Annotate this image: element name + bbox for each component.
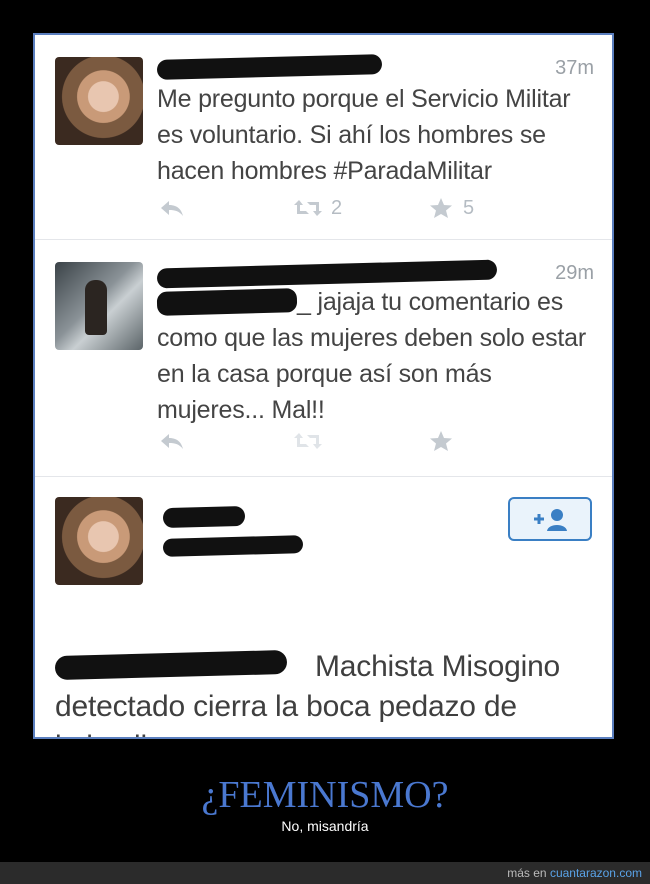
tweet-text: Me pregunto porque el Servicio Militar e… (157, 85, 571, 185)
tweet-3: Machista Misogino detectado cierra la bo… (35, 477, 612, 737)
tweet-1: 37m Me pregunto porque el Servicio Milit… (35, 35, 612, 240)
reply-button[interactable] (159, 431, 185, 451)
retweet-button[interactable] (293, 431, 323, 451)
mention-tail: _ (297, 288, 311, 316)
tweet-text: _ jajaja tu comentario es como que las m… (157, 284, 592, 428)
star-icon (430, 431, 452, 451)
avatar[interactable] (55, 57, 143, 145)
star-icon (430, 198, 452, 218)
redacted-handle (162, 535, 304, 557)
redacted-username (156, 54, 383, 80)
tweet-2: 29m _ jajaja tu comentario es como que l… (35, 240, 612, 477)
follow-button[interactable] (508, 497, 592, 541)
tweet-body: jajaja tu comentario es como que las muj… (157, 288, 586, 424)
tweet-body: Machista Misogino detectado cierra la bo… (55, 650, 561, 737)
favorite-button[interactable]: 5 (429, 197, 474, 220)
tweet-screenshot-frame: 37m Me pregunto porque el Servicio Milit… (33, 33, 614, 739)
footer-link[interactable]: cuantarazon.com (550, 866, 642, 880)
redacted-display-name (162, 505, 246, 529)
reply-icon (161, 434, 183, 449)
footer-prefix: más en (507, 866, 550, 880)
tweet-text: Machista Misogino detectado cierra la bo… (55, 647, 596, 737)
avatar[interactable] (55, 262, 143, 350)
retweet-icon (294, 433, 322, 449)
favorite-count: 5 (463, 196, 475, 219)
site-footer: más en cuantarazon.com (0, 862, 650, 884)
retweet-icon (294, 200, 322, 216)
favorite-button[interactable] (429, 430, 453, 452)
tweet-timestamp[interactable]: 37m (555, 57, 594, 80)
tweet-timestamp[interactable]: 29m (555, 262, 594, 285)
reply-button[interactable] (159, 198, 185, 218)
retweet-count: 2 (331, 196, 343, 219)
retweet-button[interactable]: 2 (293, 197, 342, 220)
reply-icon (161, 201, 183, 216)
post-subtitle: No, misandría (281, 818, 369, 834)
post-title: ¿FEMINISMO? (201, 774, 449, 816)
follow-user-icon (534, 509, 567, 531)
avatar[interactable] (55, 497, 143, 585)
